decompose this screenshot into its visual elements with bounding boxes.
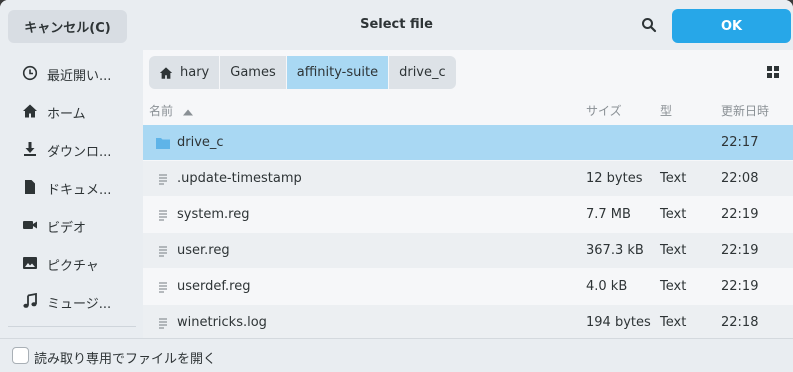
sidebar-item-label: ダウンロ... [47,145,112,160]
file-name: userdef.reg [177,279,251,294]
sidebar-item-documents[interactable]: ドキュメ... [0,169,144,205]
file-browser-pane: hary Games affinity-suite drive_c 名前 サイズ… [143,50,793,340]
breadcrumb: hary Games affinity-suite drive_c [149,56,457,89]
column-header-type[interactable]: 型 [660,102,672,119]
sidebar-item-label: ホーム [47,107,86,122]
video-icon [21,216,39,234]
file-chooser-dialog: キャンセル(C) Select file OK 最近開い... ホーム ダウンロ… [0,0,793,372]
file-type: Text [660,207,687,222]
sidebar-divider [8,326,136,327]
sidebar-item-label: ドキュメ... [47,183,112,198]
places-sidebar: 最近開い... ホーム ダウンロ... ドキュメ... ビデオ ピクチャ ミュー… [0,50,144,338]
file-row[interactable]: drive_c 22:17 [143,125,793,160]
file-row[interactable]: user.reg 367.3 kB Text 22:19 [143,233,793,268]
file-size: 367.3 kB [586,243,644,258]
sidebar-item-label: ミュージ... [47,297,112,312]
text-file-icon [155,279,171,295]
file-modified: 22:19 [721,207,759,222]
crumb-home[interactable]: hary [149,56,220,89]
sidebar-item-pictures[interactable]: ピクチャ [0,245,144,281]
file-size: 194 bytes [586,315,651,330]
file-modified: 22:19 [721,243,759,258]
sidebar-item-home[interactable]: ホーム [0,93,144,129]
sort-ascending-icon [182,105,193,119]
column-name-label: 名前 [149,104,174,118]
search-icon [641,17,657,37]
file-type: Text [660,315,687,330]
file-modified: 22:08 [721,171,759,186]
sidebar-item-label: ビデオ [47,221,87,236]
search-button[interactable] [636,14,662,40]
grid-view-button[interactable] [767,66,781,80]
clock-icon [21,64,39,82]
file-row[interactable]: system.reg 7.7 MB Text 22:19 [143,197,793,232]
sidebar-item-label: ピクチャ [47,259,99,274]
sidebar-item-videos[interactable]: ビデオ [0,207,144,243]
sidebar-item-music[interactable]: ミュージ... [0,283,144,319]
file-modified: 22:18 [721,315,759,330]
file-modified: 22:17 [721,135,759,150]
file-row[interactable]: .update-timestamp 12 bytes Text 22:08 [143,161,793,196]
home-icon [21,102,39,120]
sidebar-item-downloads[interactable]: ダウンロ... [0,131,144,167]
file-row[interactable]: userdef.reg 4.0 kB Text 22:19 [143,269,793,304]
file-name: drive_c [177,135,224,150]
file-name: system.reg [177,207,250,222]
crumb-drive-c[interactable]: drive_c [389,56,456,89]
picture-icon [21,254,39,272]
file-size: 4.0 kB [586,279,628,294]
home-icon [159,66,173,80]
text-file-icon [155,171,171,187]
readonly-checkbox[interactable] [12,347,29,364]
sidebar-item-recent[interactable]: 最近開い... [0,55,144,91]
column-header-size[interactable]: サイズ [586,102,622,119]
sidebar-item-label: 最近開い... [47,69,112,84]
crumb-games[interactable]: Games [220,56,286,89]
file-size: 7.7 MB [586,207,631,222]
file-type: Text [660,279,687,294]
folder-icon [155,135,171,151]
crumb-label: hary [180,65,210,80]
file-size: 12 bytes [586,171,643,186]
music-icon [21,292,39,310]
text-file-icon [155,207,171,223]
file-name: .update-timestamp [177,171,302,186]
file-type: Text [660,171,687,186]
grid-view-icon [767,66,779,82]
ok-button[interactable]: OK [672,9,791,43]
text-file-icon [155,315,171,331]
header-bar: キャンセル(C) Select file OK [0,0,793,50]
column-header-modified[interactable]: 更新日時 [721,102,769,119]
document-icon [21,178,39,196]
footer-bar: 読み取り専用でファイルを開く [0,338,793,372]
column-header-name[interactable]: 名前 [149,102,193,119]
file-type: Text [660,243,687,258]
download-icon [21,140,39,158]
text-file-icon [155,243,171,259]
file-row[interactable]: winetricks.log 194 bytes Text 22:18 [143,305,793,340]
file-modified: 22:19 [721,279,759,294]
file-name: winetricks.log [177,315,267,330]
readonly-label[interactable]: 読み取り専用でファイルを開く [34,348,216,367]
file-name: user.reg [177,243,230,258]
crumb-affinity-suite[interactable]: affinity-suite [286,56,389,89]
